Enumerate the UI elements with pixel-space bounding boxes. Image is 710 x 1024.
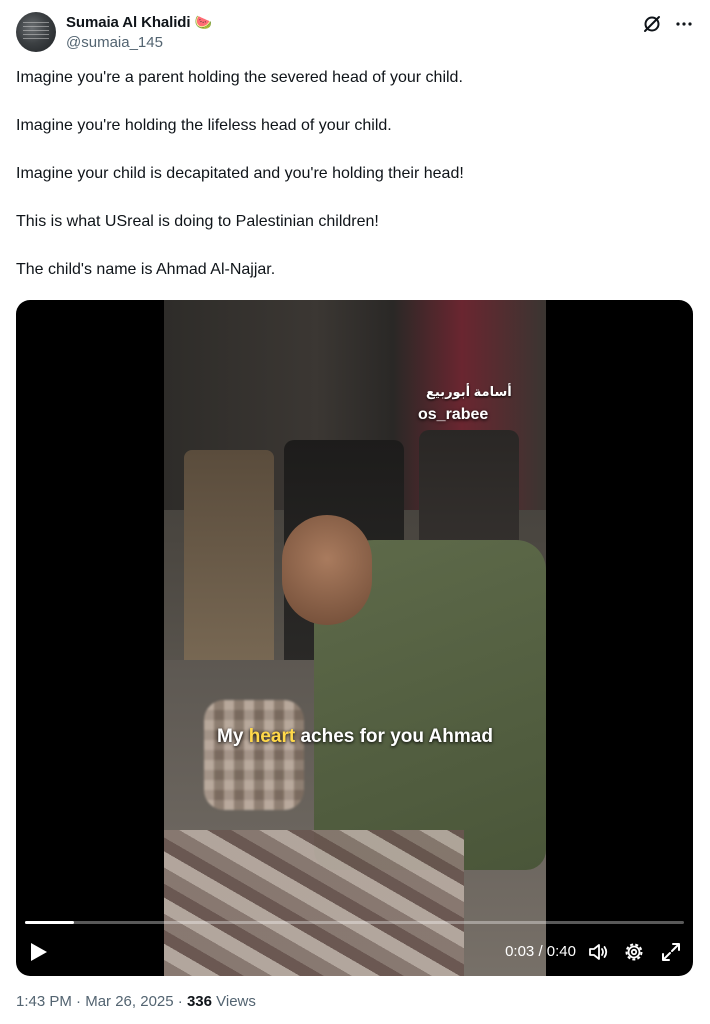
progress-fill xyxy=(25,921,75,924)
tweet-header: Sumaia Al Khalidi 🍉 @sumaia_145 xyxy=(16,12,694,56)
tweet-paragraph: Imagine your child is decapitated and yo… xyxy=(16,165,464,182)
post-date[interactable]: Mar 26, 2025 xyxy=(85,993,173,1010)
tweet-paragraph: Imagine you're holding the lifeless head… xyxy=(16,117,392,134)
video-player[interactable]: أسامة أبوربيع os_rabee My heart aches fo… xyxy=(16,300,693,976)
tweet-paragraph: Imagine you're a parent holding the seve… xyxy=(16,69,463,86)
caption-text: aches for you Ahmad xyxy=(295,726,493,747)
gear-icon[interactable] xyxy=(622,940,646,964)
views-count: 336 xyxy=(186,993,212,1010)
pixelated-blur xyxy=(204,700,304,810)
fullscreen-icon[interactable] xyxy=(659,940,683,964)
watermark-arabic: أسامة أبوربيع xyxy=(426,384,512,399)
name-row: Sumaia Al Khalidi 🍉 xyxy=(66,14,212,31)
blanket xyxy=(164,830,464,976)
video-caption: My heart aches for you Ahmad xyxy=(164,726,546,748)
separator-dot: · xyxy=(173,993,187,1010)
tweet-paragraph: The child's name is Ahmad Al-Najjar. xyxy=(16,261,276,278)
grok-icon[interactable] xyxy=(642,14,662,34)
user-handle[interactable]: @sumaia_145 xyxy=(66,34,163,51)
time-separator: / xyxy=(534,943,547,960)
watermark: os_rabee xyxy=(418,406,489,423)
tweet-paragraph: This is what USreal is doing to Palestin… xyxy=(16,213,379,230)
progress-bar[interactable] xyxy=(25,921,684,924)
play-icon[interactable] xyxy=(28,940,50,964)
tweet-text: Imagine you're a parent holding the seve… xyxy=(16,66,696,282)
volume-icon[interactable] xyxy=(586,940,610,964)
standing-legs xyxy=(184,450,274,680)
video-frame[interactable]: أسامة أبوربيع os_rabee My heart aches fo… xyxy=(164,300,546,976)
caption-text: My xyxy=(217,726,249,747)
display-name[interactable]: Sumaia Al Khalidi xyxy=(66,14,191,31)
duration: 0:40 xyxy=(546,943,576,960)
separator-dot: · xyxy=(71,993,86,1010)
post-time[interactable]: 1:43 PM xyxy=(16,993,72,1010)
views-label: Views xyxy=(211,993,256,1010)
more-icon[interactable] xyxy=(674,14,694,34)
avatar[interactable] xyxy=(16,12,56,52)
current-time: 0:03 xyxy=(505,943,535,960)
kneeling-man-head xyxy=(282,515,372,625)
watermelon-emoji: 🍉 xyxy=(194,14,212,30)
tweet-meta: 1:43 PM · Mar 26, 2025 · 336 Views xyxy=(16,993,256,1010)
time-display: 0:03 / 0:40 xyxy=(505,943,576,960)
caption-highlight: heart xyxy=(248,726,296,747)
